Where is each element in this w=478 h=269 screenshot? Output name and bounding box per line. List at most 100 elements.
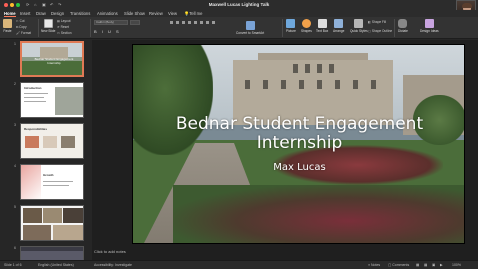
numbering-icon[interactable]: [176, 21, 179, 24]
thumbnail-number: 2: [14, 82, 16, 86]
cut-label: Cut: [19, 19, 25, 23]
zoom-level[interactable]: 100%: [452, 263, 461, 267]
picture-icon: [286, 19, 296, 28]
tab-review[interactable]: Review: [149, 11, 163, 16]
text-box-label: Text Box: [316, 29, 329, 33]
font-size-select[interactable]: [130, 20, 140, 25]
thumbnail-number: 3: [14, 123, 16, 127]
tab-design[interactable]: Design: [51, 11, 64, 16]
slide-thumbnail-5[interactable]: [20, 205, 84, 241]
quick-styles-button[interactable]: Quick Styles: [350, 19, 368, 33]
thumb-text-line: [24, 101, 46, 102]
shape-fill-label: Shape Fill: [371, 20, 387, 24]
slide-thumbnail-3[interactable]: Responsibilities: [20, 123, 84, 159]
slide-editor: Bednar Student Engagement Internship Max…: [92, 40, 478, 260]
arrange-icon: [334, 19, 344, 28]
thumb-text-line: [43, 185, 69, 186]
smartart-icon: [245, 21, 255, 30]
ribbon-home: Paste ✂ Cut ⧉ Copy 🖌 Format New Slide ▤ …: [0, 17, 478, 39]
design-ideas-button[interactable]: Design Ideas: [420, 19, 439, 33]
section-button[interactable]: ▭ Section: [57, 31, 72, 35]
current-slide[interactable]: Bednar Student Engagement Internship Max…: [132, 44, 465, 244]
thumb-photo: [25, 136, 39, 148]
slide-sorter-icon[interactable]: ▩: [424, 263, 427, 267]
ribbon-divider: [282, 19, 283, 37]
convert-smartart-button[interactable]: Convert to SmartArt: [236, 21, 264, 35]
shapes-icon: [301, 19, 311, 28]
new-slide-button[interactable]: New Slide: [41, 19, 55, 33]
tab-slide-show[interactable]: Slide Show: [124, 11, 145, 16]
text-box-icon: [317, 19, 327, 28]
normal-view-icon[interactable]: ▦: [416, 263, 419, 267]
font-name-select[interactable]: Calibri (Body): [94, 20, 128, 25]
text-box-button[interactable]: Text Box: [316, 19, 328, 33]
reset-button[interactable]: ↺ Reset: [57, 25, 69, 29]
picture-button[interactable]: Picture: [286, 19, 296, 33]
cut-button[interactable]: ✂ Cut: [16, 19, 25, 23]
comments-label: Comments: [392, 263, 410, 267]
dictate-button[interactable]: Dictate: [398, 19, 408, 33]
tab-insert[interactable]: Insert: [20, 11, 30, 16]
bullets-icon[interactable]: [170, 21, 173, 24]
ribbon-tabs: Home Insert Draw Design Transitions Anim…: [0, 10, 478, 17]
accessibility-checker[interactable]: Accessibility: Investigate: [94, 263, 132, 267]
layout-label: Layout: [60, 19, 71, 23]
status-bar: Slide 1 of 6 English (United States) Acc…: [0, 260, 478, 269]
reading-view-icon[interactable]: ▣: [432, 263, 435, 267]
slideshow-icon[interactable]: ▶: [440, 263, 443, 267]
thumb-text-line: [24, 97, 44, 98]
comments-toggle[interactable]: ▢ Comments: [388, 263, 409, 267]
thumb-text-line: [24, 93, 48, 94]
text-direction-icon[interactable]: [206, 21, 209, 24]
slide-title[interactable]: Bednar Student Engagement Internship: [133, 115, 464, 153]
thumb-title: Introduction: [24, 86, 42, 90]
thumb-photo: [23, 225, 51, 240]
layout-button[interactable]: ▤ Layout: [57, 19, 70, 23]
format-painter-button[interactable]: 🖌 Format: [16, 31, 31, 35]
slide-subtitle[interactable]: Max Lucas: [133, 162, 464, 173]
copy-button[interactable]: ⧉ Copy: [16, 25, 27, 29]
outdent-icon[interactable]: [188, 21, 191, 24]
slide-thumbnail-6[interactable]: [20, 246, 84, 260]
indent-icon[interactable]: [182, 21, 185, 24]
design-ideas-label: Design Ideas: [420, 29, 439, 33]
arrange-button[interactable]: Arrange: [333, 19, 344, 33]
slide-thumbnails-pane[interactable]: 1 Bednar Student Engagement Internship 2…: [0, 40, 92, 260]
quick-styles-label: Quick Styles: [350, 29, 368, 33]
notes-toggle[interactable]: ≡ Notes: [368, 263, 380, 267]
picture-label: Picture: [286, 29, 296, 33]
thumbnail-number: 5: [14, 205, 16, 209]
window: [305, 64, 310, 73]
thumb-accent: [21, 165, 41, 199]
window: [245, 80, 250, 89]
window: [299, 80, 304, 89]
slide-thumbnail-2[interactable]: Introduction: [20, 82, 84, 118]
tab-view[interactable]: View: [168, 11, 177, 16]
align-text-icon[interactable]: [212, 21, 215, 24]
line-spacing-icon[interactable]: [194, 21, 197, 24]
window: [293, 64, 298, 73]
ribbon-divider: [38, 19, 39, 37]
notes-placeholder[interactable]: Click to add notes: [94, 249, 126, 254]
tab-transitions[interactable]: Transitions: [70, 11, 90, 16]
convert-smartart-label: Convert to SmartArt: [236, 31, 265, 35]
dictate-label: Dictate: [398, 29, 408, 33]
language-indicator[interactable]: English (United States): [38, 263, 74, 267]
text-format-buttons[interactable]: B I U S: [94, 29, 121, 34]
thumb-photo: [63, 208, 83, 223]
tab-animations[interactable]: Animations: [97, 11, 118, 16]
paste-button[interactable]: Paste: [3, 19, 12, 33]
shape-outline-button[interactable]: ▢ Shape Outline: [368, 29, 392, 33]
slide-thumbnail-4[interactable]: Growth: [20, 164, 84, 200]
title-bar: ⟳ ⌂ ▣ ↶ ↷ Maxwell Lucas Lighting Talk: [0, 0, 478, 10]
columns-icon[interactable]: [200, 21, 203, 24]
shapes-button[interactable]: Shapes: [301, 19, 312, 33]
shape-fill-button[interactable]: ◧ Shape Fill: [368, 20, 386, 24]
tab-draw[interactable]: Draw: [36, 11, 46, 16]
new-slide-icon: [43, 19, 53, 28]
window: [281, 80, 286, 89]
thumb-photo: [43, 208, 62, 223]
slide-thumbnail-1[interactable]: Bednar Student Engagement Internship: [20, 41, 84, 77]
thumb-photo: [61, 136, 75, 148]
window: [353, 80, 358, 89]
